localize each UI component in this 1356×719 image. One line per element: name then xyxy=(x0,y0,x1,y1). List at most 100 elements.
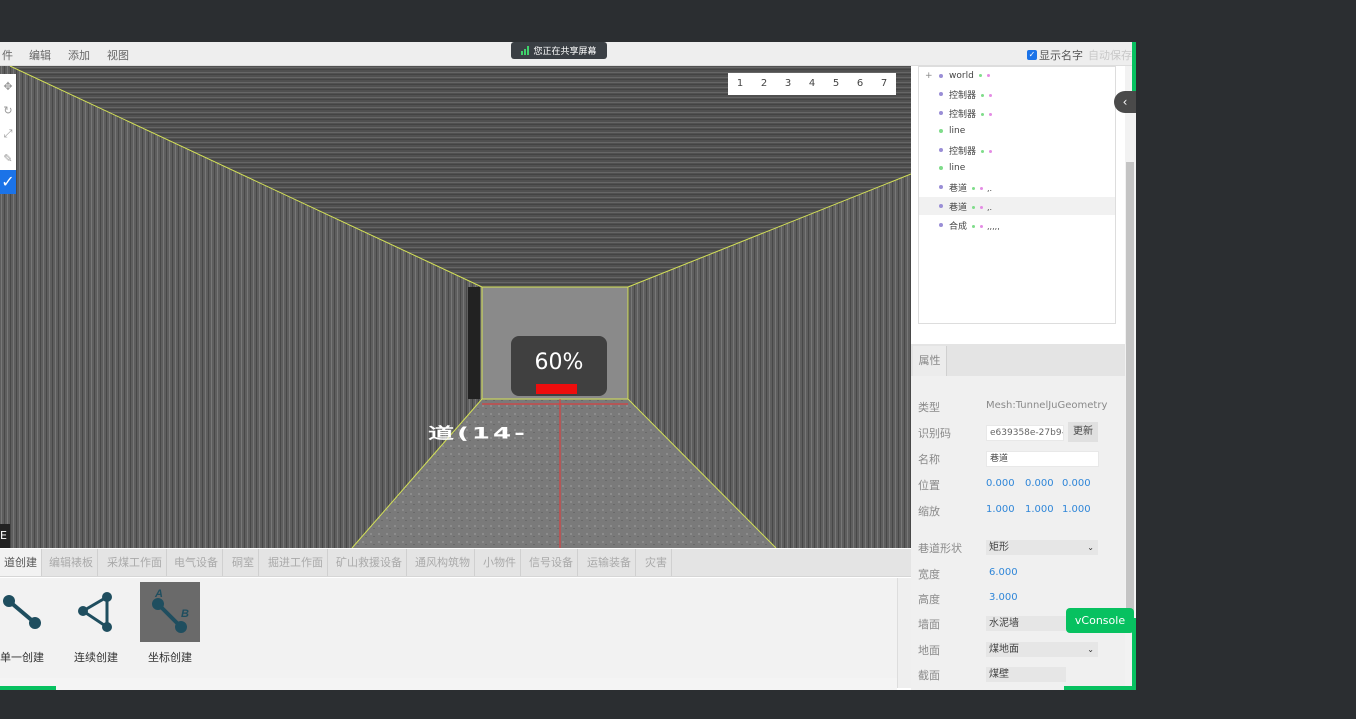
view-tab-6[interactable]: 6 xyxy=(848,73,872,95)
outliner-node[interactable]: 控制器 xyxy=(919,85,1115,103)
width-label: 宽度 xyxy=(918,568,940,581)
palette-scrollbar[interactable] xyxy=(897,578,911,688)
tab-tunnel-create[interactable]: 道创建 xyxy=(0,549,42,576)
signal-icon xyxy=(521,46,530,55)
width-value[interactable]: 6.000 xyxy=(989,567,1018,578)
loading-progress: 60% xyxy=(511,336,607,396)
coordinate-create-tool[interactable]: AB 坐标创建 xyxy=(140,582,200,665)
menu-view[interactable]: 视图 xyxy=(107,47,129,63)
expand-icon[interactable]: + xyxy=(925,71,933,81)
view-tab-3[interactable]: 3 xyxy=(776,73,800,95)
tab-disaster[interactable]: 灾害 xyxy=(641,549,672,576)
section-select[interactable]: 煤壁 xyxy=(986,667,1066,682)
progress-label: 60% xyxy=(534,350,584,375)
confirm-check-icon[interactable]: ✓ xyxy=(0,170,16,194)
single-create-label: 单一创建 xyxy=(0,651,44,664)
name-input[interactable]: 巷道 xyxy=(986,451,1099,467)
screen-share-indicator[interactable]: 您正在共享屏幕 xyxy=(511,42,607,59)
scene-outliner[interactable]: + world 控制器 控制器 line 控制器 line 巷道,. 巷道,. 合… xyxy=(918,66,1116,324)
menu-add[interactable]: 添加 xyxy=(68,47,90,63)
node-dot-icon xyxy=(939,111,943,115)
show-names-toggle[interactable]: ✓ 显示名字 xyxy=(1027,47,1083,63)
node-name: 合成 xyxy=(949,221,968,232)
coordinate-create-label: 坐标创建 xyxy=(148,651,192,664)
tab-rescue-equipment[interactable]: 矿山救援设备 xyxy=(332,549,407,576)
scale-z[interactable]: 1.000 xyxy=(1062,504,1091,515)
node-suffix: ,,,,, xyxy=(987,221,1000,231)
outliner-node[interactable]: 控制器 xyxy=(919,104,1115,122)
menu-file[interactable]: 件 xyxy=(2,47,13,63)
tab-small-items[interactable]: 小物件 xyxy=(479,549,521,576)
tunnel-name-label: 道(14- xyxy=(428,424,528,443)
scale-x[interactable]: 1.000 xyxy=(986,504,1015,515)
single-create-tool[interactable]: 单一创建 xyxy=(0,582,52,665)
tab-electrical[interactable]: 电气设备 xyxy=(170,549,223,576)
tab-properties[interactable]: 属性 xyxy=(913,346,947,376)
height-label: 高度 xyxy=(918,593,940,606)
position-z[interactable]: 0.000 xyxy=(1062,478,1091,489)
material-marker-icon xyxy=(989,93,993,97)
scale-label: 缩放 xyxy=(918,505,940,518)
node-dot-icon xyxy=(939,148,943,152)
scale-y[interactable]: 1.000 xyxy=(1025,504,1054,515)
scrollbar-thumb[interactable] xyxy=(1126,162,1134,632)
outliner-node[interactable]: + world xyxy=(919,67,1115,85)
tab-edit-panel[interactable]: 编辑裱板 xyxy=(45,549,98,576)
rotate-icon[interactable]: ↻ xyxy=(0,98,16,122)
properties-tabbar: 属性 xyxy=(911,344,1125,376)
node-dot-icon xyxy=(939,74,943,78)
menu-edit[interactable]: 编辑 xyxy=(29,47,51,63)
view-tab-7[interactable]: 7 xyxy=(872,73,896,95)
outliner-node[interactable]: 控制器 xyxy=(919,141,1115,159)
svg-text:A: A xyxy=(154,588,163,600)
type-value: Mesh:TunnelJuGeometry xyxy=(986,400,1108,411)
tab-signal[interactable]: 信号设备 xyxy=(525,549,578,576)
ground-select[interactable]: 煤地面 ⌄ xyxy=(986,642,1098,657)
ground-label: 地面 xyxy=(918,644,940,657)
tab-chamber[interactable]: 硐室 xyxy=(228,549,259,576)
right-panel-scrollbar[interactable] xyxy=(1125,66,1136,690)
palette-hscrollbar[interactable] xyxy=(0,678,897,690)
view-tab-2[interactable]: 2 xyxy=(752,73,776,95)
node-dot-icon xyxy=(939,223,943,227)
move-icon[interactable]: ✥ xyxy=(0,74,16,98)
height-value[interactable]: 3.000 xyxy=(989,592,1018,603)
tunnel-scene xyxy=(0,66,911,548)
uuid-field[interactable]: e639358e-27b9-4 xyxy=(986,425,1064,441)
geometry-marker-icon xyxy=(972,205,976,209)
single-create-icon xyxy=(0,582,52,642)
menu-bar: 件 编辑 添加 视图 您正在共享屏幕 ✓ 显示名字 自动保存 xyxy=(0,42,1136,66)
3d-viewport[interactable]: 1 2 3 4 5 6 7 ✥ ↻ ⤢ ✎ ✓ 道(14- 60% E xyxy=(0,66,911,548)
outliner-node-selected[interactable]: 巷道,. xyxy=(919,197,1115,215)
tab-tunneling-face[interactable]: 掘进工作面 xyxy=(264,549,328,576)
view-tab-5[interactable]: 5 xyxy=(824,73,848,95)
transform-toolbar: ✥ ↻ ⤢ ✎ xyxy=(0,74,16,170)
node-name: 控制器 xyxy=(949,109,977,120)
viewport-corner-label[interactable]: E xyxy=(0,524,10,548)
vconsole-button[interactable]: vConsole xyxy=(1066,608,1134,633)
update-uuid-button[interactable]: 更新 xyxy=(1068,422,1098,442)
outliner-node[interactable]: line xyxy=(919,122,1115,140)
view-tab-4[interactable]: 4 xyxy=(800,73,824,95)
position-x[interactable]: 0.000 xyxy=(986,478,1015,489)
tab-ventilation[interactable]: 通风构筑物 xyxy=(411,549,475,576)
tab-mining-face[interactable]: 采煤工作面 xyxy=(103,549,167,576)
checkbox-checked-icon[interactable]: ✓ xyxy=(1027,50,1037,60)
position-y[interactable]: 0.000 xyxy=(1025,478,1054,489)
outliner-node[interactable]: 巷道,. xyxy=(919,178,1115,196)
scale-icon[interactable]: ⤢ xyxy=(0,122,16,146)
tab-transport[interactable]: 运输装备 xyxy=(583,549,636,576)
geometry-marker-icon xyxy=(972,224,976,228)
node-dot-icon xyxy=(939,185,943,189)
autosave-label[interactable]: 自动保存 xyxy=(1088,47,1132,63)
shape-value: 矩形 xyxy=(989,542,1009,553)
continuous-create-tool[interactable]: 连续创建 xyxy=(66,582,126,665)
view-tab-1[interactable]: 1 xyxy=(728,73,752,95)
outliner-node[interactable]: 合成,,,,, xyxy=(919,216,1115,234)
collapse-panel-button[interactable]: ‹ xyxy=(1114,91,1136,113)
shape-select[interactable]: 矩形 ⌄ xyxy=(986,540,1098,555)
ruler-icon[interactable]: ✎ xyxy=(0,146,16,170)
node-suffix: ,. xyxy=(987,202,993,212)
outliner-node[interactable]: line xyxy=(919,159,1115,177)
view-tabs: 1 2 3 4 5 6 7 xyxy=(728,73,896,95)
